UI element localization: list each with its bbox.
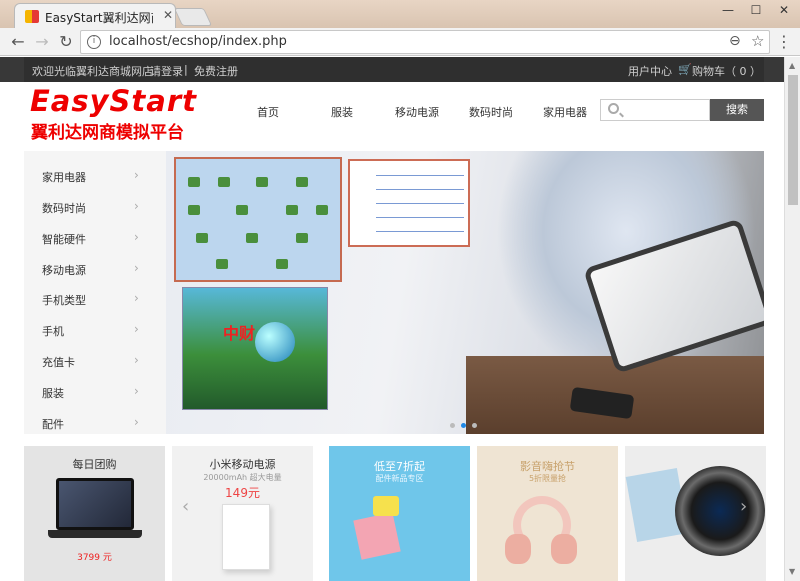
chevron-right-icon: ›	[134, 322, 139, 336]
category-item[interactable]: 数码时尚	[42, 200, 86, 216]
site-info-icon[interactable]: i	[87, 35, 101, 49]
category-sidebar: 家用电器 › 数码时尚 › 智能硬件 › 移动电源 › 手机类型 › 手机 › 充值卡 › 服…	[24, 151, 166, 434]
chevron-right-icon: ›	[134, 415, 139, 429]
hero-banner[interactable]: 中财	[166, 151, 764, 434]
carousel-next-icon[interactable]: ›	[740, 496, 747, 517]
chevron-right-icon: ›	[134, 384, 139, 398]
user-center-link[interactable]: 用户中心	[628, 63, 672, 79]
promo-power-bank[interactable]: 小米移动电源 20000mAh 超大电量 149元	[172, 446, 313, 581]
browser-menu-icon[interactable]: ⋮	[776, 32, 792, 52]
browser-titlebar: EasyStart翼利达网商模拟 ✕ — ☐ ✕	[0, 0, 800, 28]
nav-digital[interactable]: 数码时尚	[469, 104, 513, 120]
category-item[interactable]: 手机	[42, 323, 64, 339]
minimize-icon[interactable]: —	[714, 0, 742, 20]
site-logo[interactable]: EasyStart	[30, 84, 197, 118]
category-item[interactable]: 手机类型	[42, 292, 86, 308]
banner-software-screenshot: 中财	[182, 287, 328, 410]
login-link[interactable]: 请登录	[150, 63, 183, 79]
power-bank-image	[222, 504, 270, 570]
maximize-icon[interactable]: ☐	[742, 0, 770, 20]
browser-tab[interactable]: EasyStart翼利达网商模拟 ✕	[14, 3, 176, 28]
category-item[interactable]: 服装	[42, 385, 64, 401]
nav-clothing[interactable]: 服装	[331, 104, 353, 120]
banner-overlay-text: 中财	[223, 324, 256, 343]
topbar-separator: |	[184, 63, 188, 76]
address-bar[interactable]: i localhost/ecshop/index.php ⊖ ☆	[80, 30, 770, 54]
scrollbar-thumb[interactable]	[788, 75, 798, 205]
carousel-dot[interactable]	[472, 423, 477, 428]
scroll-up-icon[interactable]: ▲	[789, 61, 795, 70]
tab-close-icon[interactable]: ✕	[163, 8, 173, 22]
site-logo-subtitle[interactable]: 翼利达网商模拟平台	[31, 118, 184, 143]
promo-title: 每日团购	[72, 458, 117, 471]
bookmark-star-icon[interactable]: ☆	[751, 32, 764, 50]
camera-accessory-image	[373, 496, 399, 516]
promo-subtitle: 配件新品专区	[375, 474, 424, 483]
laptop-base	[48, 530, 142, 538]
chevron-right-icon: ›	[134, 230, 139, 244]
chevron-right-icon: ›	[134, 291, 139, 305]
carousel-prev-icon[interactable]: ‹	[182, 496, 189, 517]
tab-title: EasyStart翼利达网商模拟	[45, 11, 153, 25]
chevron-right-icon: ›	[134, 168, 139, 182]
laptop-image	[56, 478, 134, 530]
url-text[interactable]: localhost/ecshop/index.php	[109, 34, 287, 49]
nav-appliances[interactable]: 家用电器	[543, 104, 587, 120]
nav-power-bank[interactable]: 移动电源	[395, 104, 439, 120]
zoom-icon[interactable]: ⊖	[729, 33, 741, 49]
back-arrow-icon[interactable]: ←	[8, 32, 28, 52]
promo-title: 小米移动电源	[209, 458, 276, 471]
cart-icon[interactable]: 🛒	[678, 63, 692, 76]
category-item[interactable]: 充值卡	[42, 354, 75, 370]
chevron-right-icon: ›	[134, 199, 139, 213]
headphone-cup-left	[505, 534, 531, 564]
category-item[interactable]: 家用电器	[42, 169, 86, 185]
promo-audio[interactable]: 影音嗨抢节 5折限量抢	[477, 446, 618, 581]
promo-price: 3799 元	[77, 553, 112, 563]
product-promo-row: 每日团购 3799 元 小米移动电源 20000mAh 超大电量 149元 低至…	[24, 446, 766, 581]
site-favicon-icon	[25, 10, 39, 23]
chevron-right-icon: ›	[134, 353, 139, 367]
promo-title: 影音嗨抢节	[520, 460, 575, 473]
cart-link[interactable]: 购物车（ 0 ）	[692, 63, 761, 79]
banner-flowchart-screenshot	[174, 157, 342, 282]
category-item[interactable]: 配件	[42, 416, 64, 432]
search-button[interactable]: 搜索	[710, 99, 764, 121]
window-close-icon[interactable]: ✕	[770, 0, 798, 20]
search-input[interactable]	[600, 99, 710, 121]
carousel-dot[interactable]	[450, 423, 455, 428]
search-icon	[608, 103, 619, 114]
camera-lens-image	[675, 466, 765, 556]
promo-title: 低至7折起	[374, 460, 425, 473]
category-item[interactable]: 移动电源	[42, 262, 86, 278]
banner-form-screenshot	[348, 159, 470, 247]
new-tab-button[interactable]	[173, 8, 213, 26]
scroll-down-icon[interactable]: ▼	[789, 567, 795, 576]
page-scrollbar[interactable]: ▲ ▼	[784, 57, 800, 581]
carousel-dot-active[interactable]	[461, 423, 466, 428]
headphone-cup-right	[551, 534, 577, 564]
globe-image	[255, 322, 295, 362]
site-top-bar: 欢迎光临翼利达商城网店 请登录 | 免费注册 用户中心 🛒 购物车（ 0 ）	[0, 57, 784, 82]
nav-home[interactable]: 首页	[257, 104, 279, 120]
promo-daily-deal[interactable]: 每日团购 3799 元	[24, 446, 165, 581]
promo-subtitle: 20000mAh 超大电量	[203, 473, 282, 482]
promo-accessories[interactable]: 低至7折起 配件新品专区	[329, 446, 470, 581]
accessory-image	[353, 512, 401, 560]
welcome-text: 欢迎光临翼利达商城网店	[32, 65, 153, 78]
promo-subtitle: 5折限量抢	[528, 474, 567, 483]
reload-icon[interactable]: ↻	[56, 32, 76, 52]
register-link[interactable]: 免费注册	[194, 63, 238, 79]
promo-price: 149元	[225, 486, 260, 500]
forward-arrow-icon[interactable]: →	[32, 32, 52, 52]
category-item[interactable]: 智能硬件	[42, 231, 86, 247]
browser-toolbar: ← → ↻ i localhost/ecshop/index.php ⊖ ☆ ⋮	[0, 28, 800, 56]
chevron-right-icon: ›	[134, 261, 139, 275]
